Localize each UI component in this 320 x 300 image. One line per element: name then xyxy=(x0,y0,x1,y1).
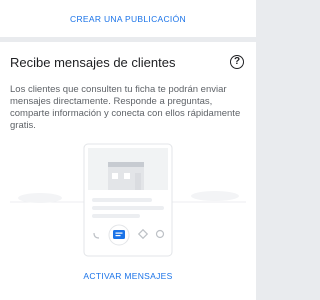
messaging-card: Recibe mensajes de clientes ? Los client… xyxy=(0,42,256,300)
create-post-button[interactable]: CREAR UNA PUBLICACIÓN xyxy=(0,14,256,24)
messaging-illustration xyxy=(10,143,246,257)
activate-messages-button[interactable]: ACTIVAR MENSAJES xyxy=(0,271,256,281)
help-icon[interactable]: ? xyxy=(230,55,244,69)
placeholder-line-2 xyxy=(92,206,164,210)
placeholder-line-3 xyxy=(92,214,140,218)
previous-card: CREAR UNA PUBLICACIÓN xyxy=(0,0,256,37)
card-title: Recibe mensajes de clientes xyxy=(10,55,176,70)
message-icon xyxy=(108,224,130,246)
card-description: Los clientes que consulten tu ficha te p… xyxy=(10,84,241,131)
cloud-left xyxy=(18,193,62,203)
cloud-right xyxy=(191,191,239,201)
placeholder-line-1 xyxy=(92,198,152,202)
